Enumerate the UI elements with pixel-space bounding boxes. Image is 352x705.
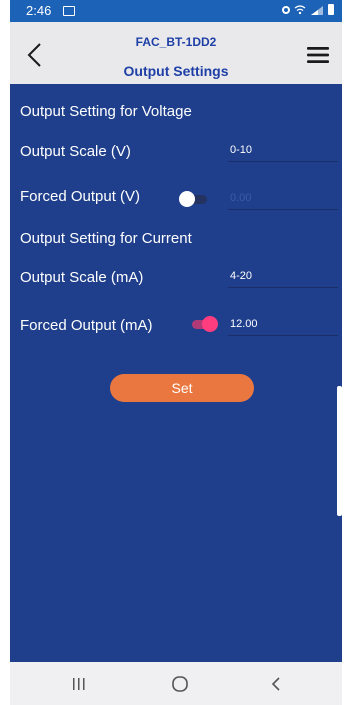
app-header: FAC_BT-1DD2 Output Settings <box>10 22 342 84</box>
output-settings-panel: Output Setting for Voltage Output Scale … <box>10 84 342 662</box>
voltage-section-heading: Output Setting for Voltage <box>20 103 192 120</box>
home-icon[interactable] <box>167 674 193 694</box>
hamburger-menu-icon[interactable] <box>306 46 330 64</box>
system-nav-bar <box>10 662 342 705</box>
device-name: FAC_BT-1DD2 <box>135 35 217 49</box>
toggle-thumb <box>202 316 218 332</box>
current-forced-toggle[interactable] <box>188 316 218 332</box>
current-scale-label: Output Scale (mA) <box>20 269 144 286</box>
voltage-forced-label: Forced Output (V) <box>20 188 141 205</box>
status-icons <box>282 4 334 15</box>
voltage-forced-toggle[interactable] <box>179 191 209 207</box>
scrollbar-thumb[interactable] <box>337 386 342 516</box>
voltage-forced-field[interactable]: 0.00 <box>228 188 338 210</box>
alarm-icon <box>282 5 290 14</box>
page-title: Output Settings <box>123 63 229 79</box>
status-bar: 2:46 <box>10 0 342 22</box>
voltage-scale-field[interactable]: 0-10 <box>228 140 338 162</box>
current-forced-field[interactable]: 12.00 <box>228 314 338 336</box>
voltage-scale-label: Output Scale (V) <box>20 143 131 160</box>
recent-apps-icon[interactable] <box>66 674 92 694</box>
back-icon[interactable] <box>263 674 289 694</box>
current-section-heading: Output Setting for Current <box>20 230 192 247</box>
wifi-icon <box>294 4 306 14</box>
signal-icon <box>311 5 323 15</box>
set-button[interactable]: Set <box>110 374 254 402</box>
current-scale-field[interactable]: 4-20 <box>228 266 338 288</box>
toggle-thumb <box>179 191 195 207</box>
battery-icon <box>328 4 334 15</box>
current-forced-label: Forced Output (mA) <box>20 317 153 334</box>
image-notification-icon <box>63 6 75 16</box>
status-time: 2:46 <box>26 3 52 18</box>
